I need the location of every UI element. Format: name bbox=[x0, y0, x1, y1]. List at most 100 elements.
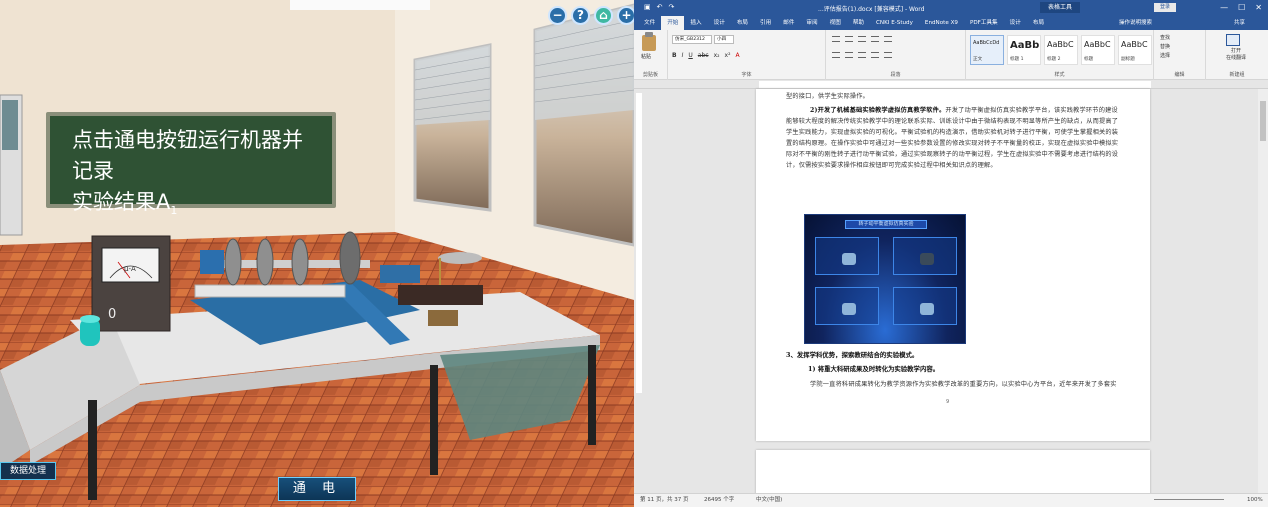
ribbon-tab[interactable]: 设计 bbox=[1004, 16, 1027, 30]
font-format-row: B I U abc x₂ x² A bbox=[672, 52, 740, 59]
underline-icon[interactable]: U bbox=[688, 52, 692, 59]
decrease-indent-icon[interactable] bbox=[871, 36, 879, 42]
quick-access: ▣ ↶ ↷ bbox=[644, 3, 674, 11]
page-count[interactable]: 第 11 页，共 37 页 bbox=[640, 494, 689, 507]
table-leg bbox=[88, 400, 97, 500]
zoom-level[interactable]: 100% bbox=[1247, 494, 1263, 507]
paste-button[interactable]: 粘贴 bbox=[641, 53, 651, 60]
close-icon[interactable]: ✕ bbox=[1255, 3, 1262, 12]
subscript-icon[interactable]: x₂ bbox=[714, 52, 720, 59]
scale-base bbox=[398, 285, 483, 305]
tell-me-search[interactable]: 操作说明搜索 bbox=[1119, 18, 1152, 26]
minus-icon[interactable]: − bbox=[548, 6, 567, 25]
font-name-select[interactable]: 仿宋_GB2312 bbox=[672, 35, 712, 44]
ribbon-tab[interactable]: 邮件 bbox=[777, 16, 800, 30]
page-number: 9 bbox=[946, 399, 950, 405]
help-icon[interactable]: ? bbox=[571, 6, 590, 25]
ribbon-tab[interactable]: 帮助 bbox=[847, 16, 870, 30]
word-window: ▣ ↶ ↷ ...评估报告(1).docx [兼容模式] - Word 表格工具… bbox=[634, 0, 1268, 507]
justify-icon[interactable] bbox=[871, 52, 879, 58]
redo-icon[interactable]: ↷ bbox=[669, 3, 675, 11]
replace-button[interactable]: 替换 bbox=[1160, 43, 1170, 52]
style-name: 副标题 bbox=[1121, 57, 1135, 62]
bullets-icon[interactable] bbox=[832, 36, 840, 42]
style-gallery-item[interactable]: AaBb 标题 1 bbox=[1007, 35, 1041, 65]
find-button[interactable]: 查找 bbox=[1160, 34, 1170, 43]
ribbon-tab[interactable]: 审阅 bbox=[800, 16, 823, 30]
ribbon-tab[interactable]: 设计 bbox=[708, 16, 731, 30]
status-bar: 第 11 页，共 37 页 26495 个字 中文(中国) 100% bbox=[634, 493, 1268, 507]
style-gallery-item[interactable]: AaBbC 标题 2 bbox=[1044, 35, 1078, 65]
ribbon-tab[interactable]: 布局 bbox=[731, 16, 754, 30]
virtual-lab-window: 点击通电按钮运行机器并记录 实验结果A1 μ-A 0 − ? ⌂ + 数据处理 … bbox=[0, 0, 634, 507]
sub-heading: 1) 将重大科研成果及时转化为实验教学内容。 bbox=[808, 365, 940, 373]
style-sample: AaBb bbox=[1010, 40, 1040, 51]
italic-icon[interactable]: I bbox=[682, 52, 684, 59]
ribbon-tab[interactable]: 插入 bbox=[684, 16, 707, 30]
open-translate-button[interactable]: 打开 在线翻译 bbox=[1210, 48, 1262, 62]
align-center-icon[interactable] bbox=[845, 52, 853, 58]
font-group: 仿宋_GB2312 小四 B I U abc x₂ x² A 字体 bbox=[668, 30, 826, 80]
ribbon-tab[interactable]: 文件 bbox=[638, 16, 661, 30]
ammeter-reading: 0 bbox=[108, 307, 117, 322]
align-left-icon[interactable] bbox=[832, 52, 840, 58]
weight-box bbox=[428, 310, 458, 326]
paste-icon[interactable] bbox=[642, 32, 656, 51]
font-color-icon[interactable]: A bbox=[736, 52, 740, 59]
home-icon[interactable]: ⌂ bbox=[594, 6, 613, 25]
line-spacing-icon[interactable] bbox=[884, 52, 892, 58]
minimize-icon[interactable]: — bbox=[1220, 3, 1228, 12]
word-count[interactable]: 26495 个字 bbox=[704, 494, 734, 507]
ribbon-tab[interactable]: 布局 bbox=[1027, 16, 1050, 30]
plus-icon[interactable]: + bbox=[617, 6, 634, 25]
motor-mount bbox=[200, 250, 224, 274]
cabinet-glass bbox=[2, 100, 18, 150]
document-page[interactable]: 型的接口，供学生实际操作。 2)开发了机械基础实验教学虚拟仿真教学软件。开发了动… bbox=[756, 89, 1150, 441]
ribbon-tab[interactable]: 引用 bbox=[754, 16, 777, 30]
editing-list: 查找 替换 选择 bbox=[1160, 34, 1170, 61]
blackboard: 点击通电按钮运行机器并记录 实验结果A1 bbox=[46, 112, 336, 217]
bold-icon[interactable]: B bbox=[672, 52, 677, 59]
translate-icon[interactable] bbox=[1226, 34, 1240, 46]
strikethrough-icon[interactable]: abc bbox=[698, 52, 709, 59]
vertical-ruler[interactable] bbox=[634, 89, 644, 493]
font-size-select[interactable]: 小四 bbox=[714, 35, 734, 44]
scrollbar-thumb[interactable] bbox=[1260, 101, 1266, 141]
vertical-scrollbar[interactable] bbox=[1258, 89, 1268, 493]
ribbon-tab[interactable]: EndNote X9 bbox=[919, 16, 964, 30]
style-gallery-item[interactable]: AaBbC 副标题 bbox=[1118, 35, 1152, 65]
data-processing-button[interactable]: 数据处理 bbox=[0, 462, 56, 480]
addin-group: 打开 在线翻译 新建组 bbox=[1206, 30, 1268, 80]
undo-icon[interactable]: ↶ bbox=[657, 3, 663, 11]
style-gallery-item[interactable]: AaBbCcDd 正文 bbox=[970, 35, 1004, 65]
sign-in-button[interactable]: 登录 bbox=[1154, 3, 1177, 12]
share-button[interactable]: 共享 bbox=[1234, 18, 1245, 26]
align-right-icon[interactable] bbox=[858, 52, 866, 58]
document-title: ...评估报告(1).docx [兼容模式] - Word bbox=[818, 6, 925, 13]
ribbon-tab[interactable]: 开始 bbox=[661, 16, 685, 30]
save-icon[interactable]: ▣ bbox=[644, 3, 651, 11]
ribbon-tab[interactable]: PDF工具集 bbox=[964, 16, 1004, 30]
ribbon-tab[interactable]: 视图 bbox=[824, 16, 847, 30]
language[interactable]: 中文(中国) bbox=[756, 494, 782, 507]
power-on-button[interactable]: 通 电 bbox=[278, 477, 356, 501]
style-gallery-item[interactable]: AaBbC 标题 bbox=[1081, 35, 1115, 65]
superscript-icon[interactable]: x² bbox=[725, 52, 731, 59]
horizontal-ruler[interactable] bbox=[634, 80, 1268, 89]
clipboard-group: 粘贴 剪贴板 bbox=[634, 30, 668, 80]
figure-image[interactable]: 转子动平衡虚拟仿真实验 bbox=[804, 214, 966, 344]
select-button[interactable]: 选择 bbox=[1160, 52, 1170, 61]
numbering-icon[interactable] bbox=[845, 36, 853, 42]
maximize-icon[interactable]: ☐ bbox=[1238, 3, 1245, 12]
style-name: 标题 bbox=[1084, 57, 1094, 62]
ribbon: 粘贴 剪贴板 仿宋_GB2312 小四 B I U abc x₂ x² A 字体 bbox=[634, 30, 1268, 80]
bearing-block bbox=[380, 265, 420, 283]
title-bar: ▣ ↶ ↷ ...评估报告(1).docx [兼容模式] - Word 表格工具… bbox=[634, 0, 1268, 16]
figure-panel bbox=[815, 287, 879, 325]
increase-indent-icon[interactable] bbox=[884, 36, 892, 42]
zoom-slider[interactable] bbox=[1154, 499, 1224, 500]
paragraph-1-lead: 2)开发了机械基础实验教学虚拟仿真教学软件。 bbox=[810, 107, 946, 114]
ribbon-tab[interactable]: CNKI E-Study bbox=[870, 16, 919, 30]
window-controls: — ☐ ✕ bbox=[1220, 3, 1262, 12]
multilevel-icon[interactable] bbox=[858, 36, 866, 42]
